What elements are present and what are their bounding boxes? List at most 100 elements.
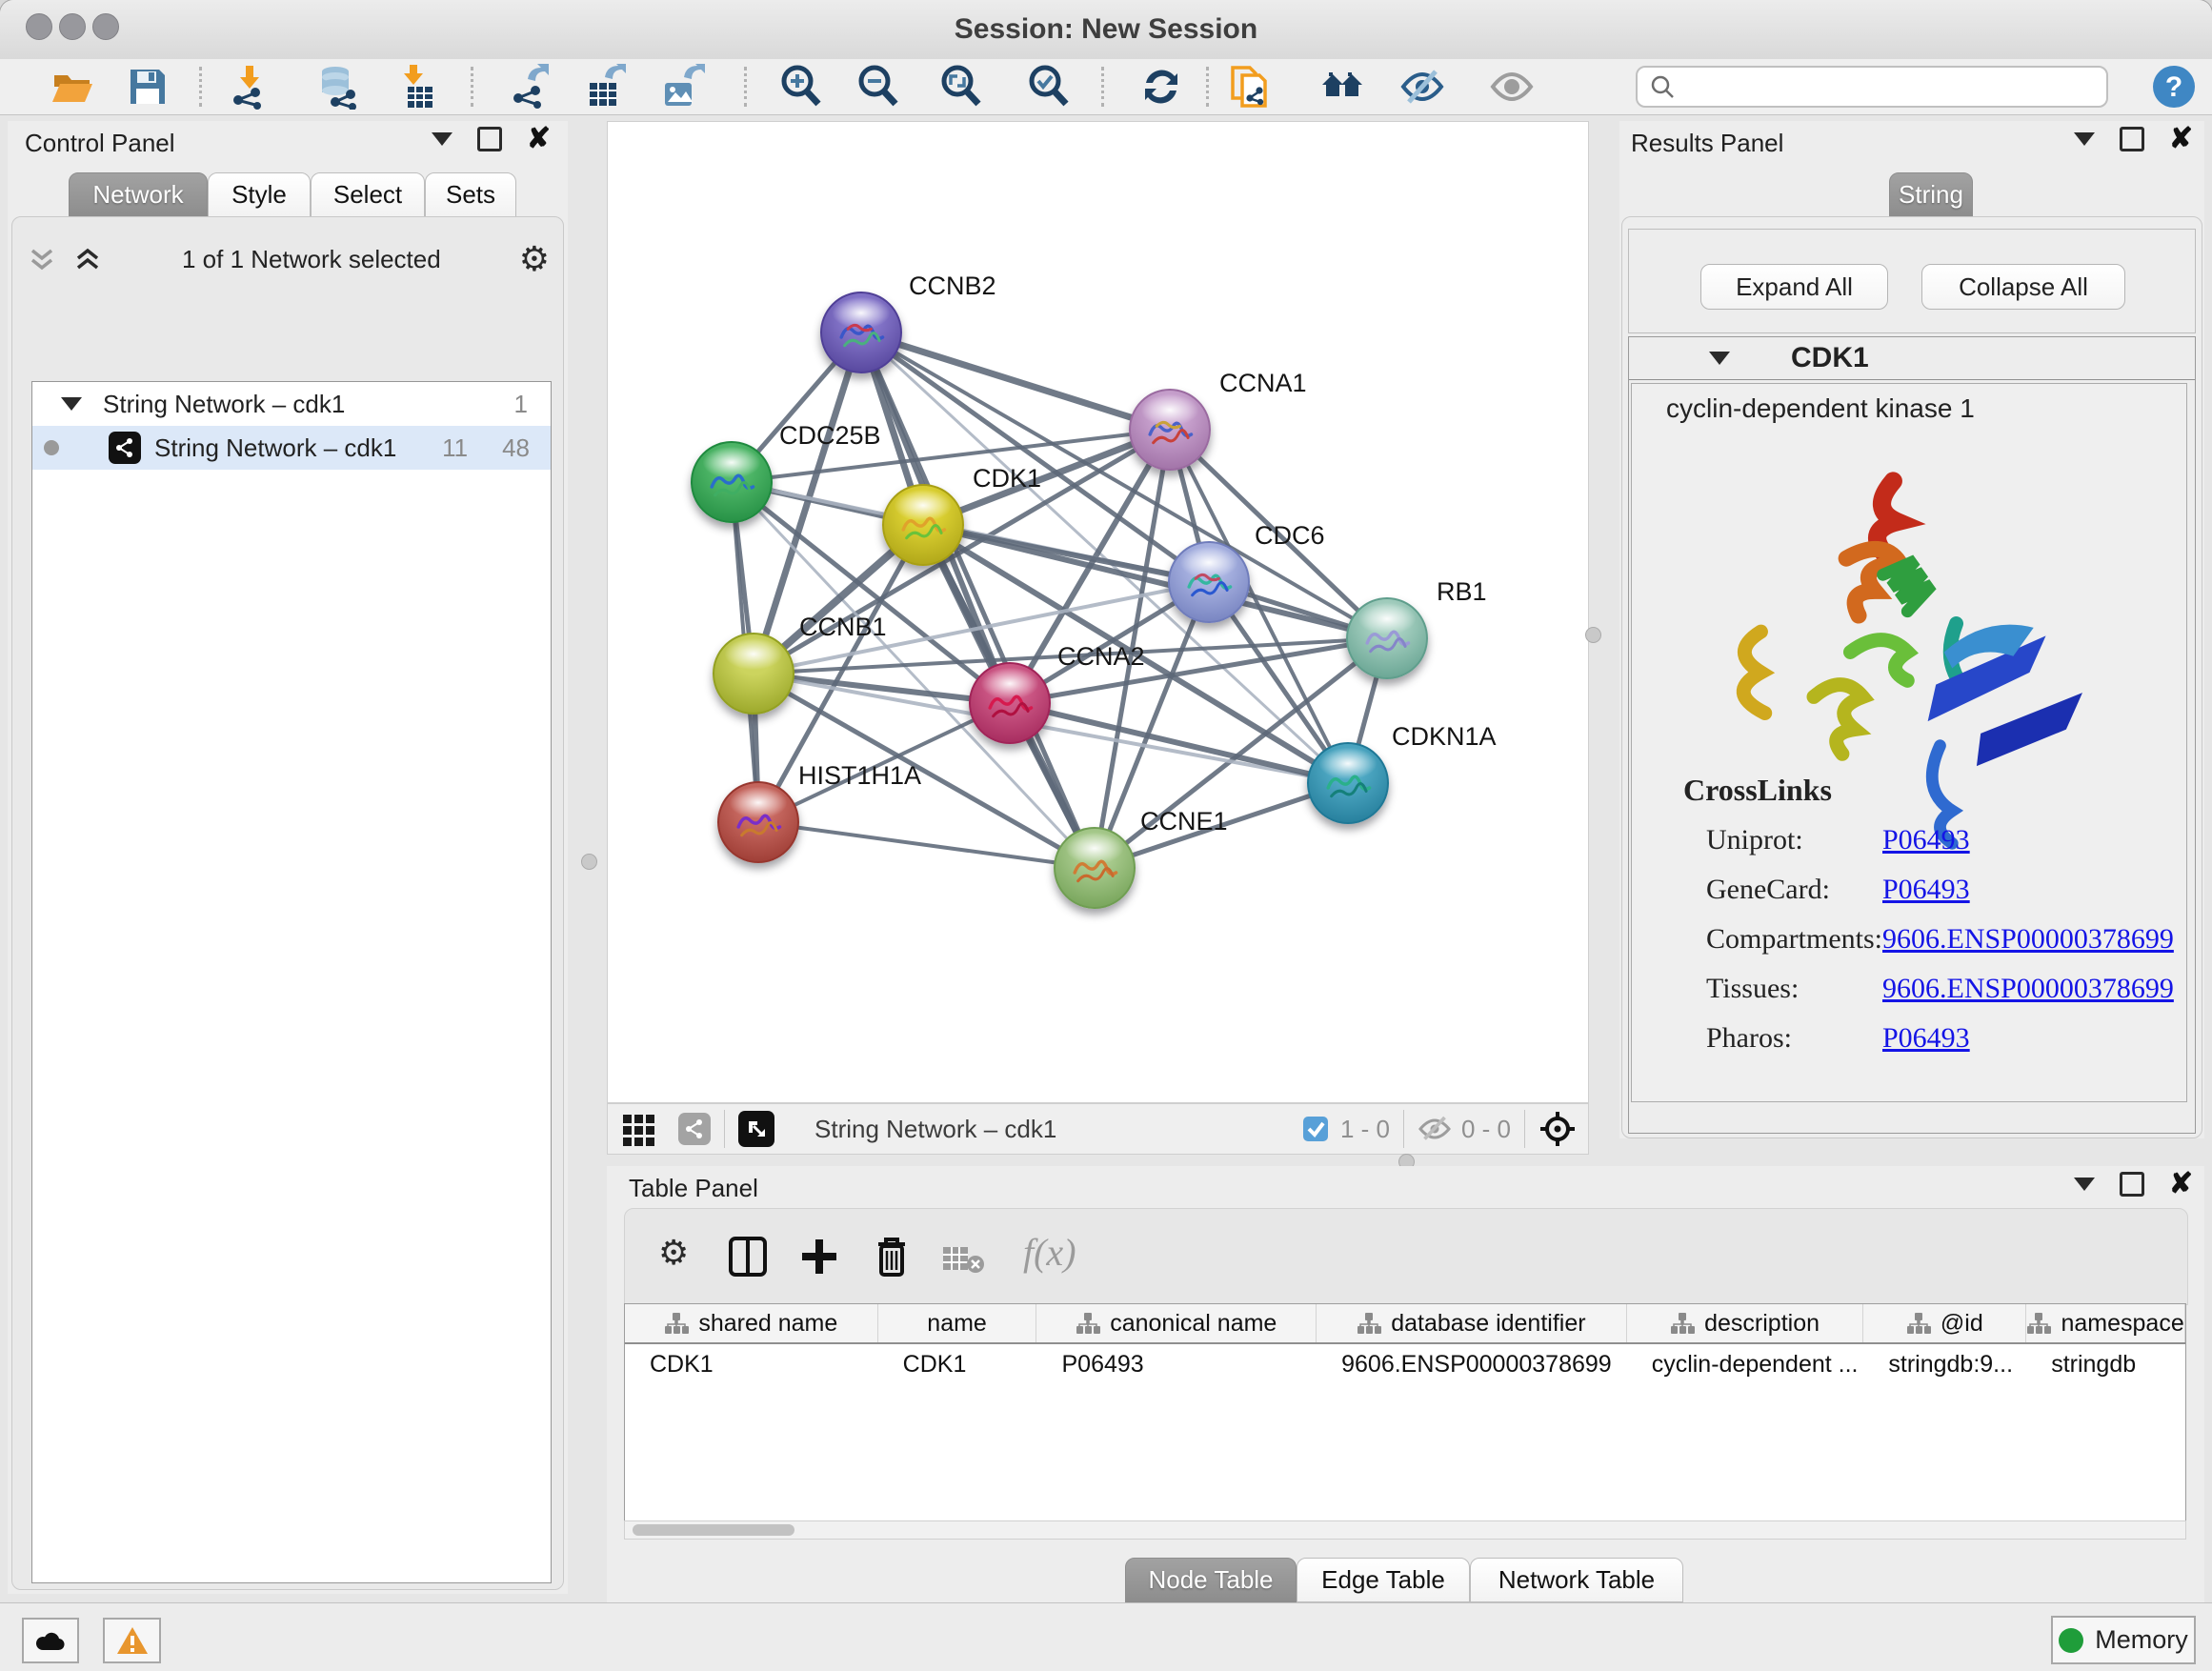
- save-session-icon[interactable]: [125, 64, 171, 110]
- gene-header[interactable]: CDK1: [1629, 337, 2195, 380]
- panel-close-icon[interactable]: ✘: [2169, 1175, 2193, 1194]
- collapse-all-icon[interactable]: [26, 243, 58, 275]
- network-options-gear-icon[interactable]: ⚙: [519, 242, 550, 276]
- table-cell[interactable]: P06493: [1036, 1351, 1317, 1379]
- crosslink-link[interactable]: P06493: [1882, 874, 1970, 905]
- network-node-cdk1[interactable]: [882, 484, 964, 566]
- warning-button[interactable]: [103, 1618, 161, 1663]
- network-node-ccnb1[interactable]: [713, 633, 794, 715]
- panel-menu-icon[interactable]: [2074, 1178, 2095, 1191]
- network-edge[interactable]: [861, 332, 1387, 638]
- tab-network[interactable]: Network: [69, 172, 208, 217]
- birdseye-view-icon[interactable]: [738, 1111, 774, 1147]
- hide-selected-icon[interactable]: [1399, 64, 1445, 110]
- network-node-ccna1[interactable]: [1129, 389, 1211, 471]
- panel-close-icon[interactable]: ✘: [527, 130, 551, 149]
- table-cell[interactable]: CDK1: [625, 1351, 878, 1379]
- tab-network-table[interactable]: Network Table: [1470, 1558, 1683, 1602]
- table-options-gear-icon[interactable]: ⚙: [658, 1236, 689, 1270]
- left-splitter-handle[interactable]: [581, 854, 597, 870]
- panel-float-icon[interactable]: [2120, 1172, 2144, 1197]
- crosslink-link[interactable]: 9606.ENSP00000378699: [1882, 923, 2174, 955]
- panel-float-icon[interactable]: [2120, 127, 2144, 151]
- crosslink-link[interactable]: P06493: [1882, 824, 1970, 856]
- panel-float-icon[interactable]: [477, 127, 502, 151]
- memory-button[interactable]: Memory: [2051, 1616, 2196, 1664]
- export-image-icon[interactable]: [659, 64, 705, 110]
- network-node-ccnb2[interactable]: [820, 292, 902, 373]
- network-edge[interactable]: [861, 332, 1170, 430]
- houses-icon[interactable]: [1319, 64, 1365, 110]
- table-hscrollbar[interactable]: [624, 1520, 2186, 1540]
- help-icon[interactable]: ?: [2151, 64, 2197, 110]
- collapse-all-button[interactable]: Collapse All: [1921, 264, 2125, 310]
- open-session-icon[interactable]: [50, 64, 95, 110]
- selected-checkbox-icon[interactable]: [1302, 1116, 1329, 1142]
- network-row[interactable]: String Network – cdk1 11 48: [32, 426, 551, 470]
- network-node-ccna2[interactable]: [969, 662, 1051, 744]
- crosslink-link[interactable]: 9606.ENSP00000378699: [1882, 973, 2174, 1004]
- clone-network-icon[interactable]: [1227, 64, 1273, 110]
- tab-string[interactable]: String: [1889, 172, 1973, 217]
- zoom-selected-icon[interactable]: [1026, 64, 1072, 110]
- network-collection-row[interactable]: String Network – cdk1 1: [32, 382, 551, 426]
- cloud-button[interactable]: [22, 1618, 79, 1663]
- expand-all-button[interactable]: Expand All: [1700, 264, 1888, 310]
- column-header[interactable]: namespace: [2026, 1304, 2185, 1342]
- network-node-rb1[interactable]: [1346, 597, 1428, 679]
- table-cell[interactable]: stringdb:9...: [1863, 1351, 2026, 1379]
- network-view[interactable]: CCNB2CCNA1CDC25BCDK1CDC6RB1CCNB1CCNA2CDK…: [607, 121, 1589, 1103]
- network-node-cdkn1a[interactable]: [1307, 742, 1389, 824]
- search-input[interactable]: [1676, 72, 2080, 102]
- add-column-icon[interactable]: [798, 1236, 840, 1278]
- grid-view-icon[interactable]: [621, 1111, 657, 1147]
- table-row[interactable]: CDK1CDK1P064939606.ENSP00000378699cyclin…: [625, 1344, 2185, 1384]
- network-node-hist1h1a[interactable]: [717, 781, 799, 863]
- table-hscrollbar-thumb[interactable]: [633, 1524, 794, 1536]
- column-header[interactable]: canonical name: [1036, 1304, 1317, 1342]
- refresh-layout-icon[interactable]: [1138, 64, 1184, 110]
- table-cell[interactable]: CDK1: [878, 1351, 1037, 1379]
- network-edge[interactable]: [758, 822, 1095, 868]
- tab-node-table[interactable]: Node Table: [1125, 1558, 1297, 1602]
- column-header[interactable]: shared name: [625, 1304, 878, 1342]
- panel-menu-icon[interactable]: [432, 132, 452, 146]
- gene-collapse-icon[interactable]: [1709, 352, 1730, 365]
- table-cell[interactable]: cyclin-dependent ...: [1627, 1351, 1864, 1379]
- tab-sets[interactable]: Sets: [425, 172, 516, 217]
- table-cell[interactable]: stringdb: [2026, 1351, 2185, 1379]
- zoom-out-icon[interactable]: [855, 64, 901, 110]
- import-network-database-icon[interactable]: [314, 64, 360, 110]
- show-columns-icon[interactable]: [728, 1236, 768, 1278]
- right-splitter-handle[interactable]: [1585, 627, 1601, 643]
- zoom-in-icon[interactable]: [778, 64, 824, 110]
- expand-all-icon[interactable]: [71, 243, 104, 275]
- network-node-cdc6[interactable]: [1168, 541, 1250, 623]
- network-list-icon[interactable]: [678, 1113, 711, 1145]
- zoom-fit-icon[interactable]: [938, 64, 984, 110]
- column-header[interactable]: database identifier: [1317, 1304, 1627, 1342]
- toolbar-search[interactable]: [1636, 66, 2108, 108]
- network-edge[interactable]: [1010, 703, 1348, 783]
- export-table-icon[interactable]: [582, 64, 628, 110]
- node-table[interactable]: shared namenamecanonical namedatabase id…: [624, 1303, 2186, 1538]
- import-network-file-icon[interactable]: [227, 64, 272, 110]
- column-header[interactable]: description: [1627, 1304, 1864, 1342]
- tab-style[interactable]: Style: [208, 172, 311, 217]
- column-namespace-icon: [1670, 1311, 1695, 1336]
- delete-column-icon[interactable]: [873, 1235, 911, 1278]
- panel-menu-icon[interactable]: [2074, 132, 2095, 146]
- network-node-ccne1[interactable]: [1054, 827, 1136, 909]
- panel-close-icon[interactable]: ✘: [2169, 130, 2193, 149]
- column-header[interactable]: @id: [1863, 1304, 2026, 1342]
- collection-expand-icon[interactable]: [61, 397, 82, 411]
- network-node-cdc25b[interactable]: [691, 441, 773, 523]
- table-cell[interactable]: 9606.ENSP00000378699: [1317, 1351, 1627, 1379]
- tab-select[interactable]: Select: [311, 172, 425, 217]
- tab-edge-table[interactable]: Edge Table: [1297, 1558, 1470, 1602]
- crosshair-icon[interactable]: [1538, 1110, 1577, 1148]
- crosslink-link[interactable]: P06493: [1882, 1022, 1970, 1054]
- export-network-icon[interactable]: [507, 64, 553, 110]
- column-header[interactable]: name: [878, 1304, 1037, 1342]
- import-table-file-icon[interactable]: [394, 64, 440, 110]
